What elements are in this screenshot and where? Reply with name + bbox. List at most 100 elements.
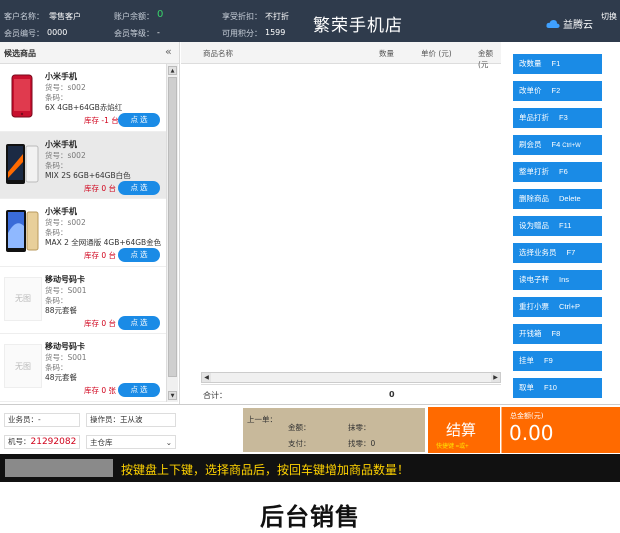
member-level-label: 会员等级： xyxy=(114,29,154,38)
product-spec: 6X 4GB+64GB赤焰红 xyxy=(45,103,123,112)
function-button[interactable]: 刷会员 F4 Ctrl+W xyxy=(513,135,602,155)
function-label: 挂单 xyxy=(519,356,534,365)
function-button[interactable]: 挂单 F9 xyxy=(513,351,602,371)
grid-total-row: 合计： 0 xyxy=(201,384,501,402)
product-spec: MIX 2S 6GB+64GB白色 xyxy=(45,170,131,180)
machine-no-field: 机号：21292082 xyxy=(4,435,80,449)
member-no: 0000 xyxy=(47,28,68,37)
product-item[interactable]: 小米手机 货号：s002 条码： MIX 2S 6GB+64GB白色 库存 0 台点 选 xyxy=(0,131,166,199)
col-product-name: 商品名称 xyxy=(203,49,233,58)
customer-name-label: 客户名称： xyxy=(4,12,44,21)
cloud-icon xyxy=(546,19,560,28)
total-quantity: 0 xyxy=(389,390,395,399)
function-shortcut: F7 xyxy=(566,248,576,257)
function-button[interactable]: 改数量 F1 xyxy=(513,54,602,74)
chevron-down-icon: ⌄ xyxy=(165,438,172,447)
last-rounding-label: 抹零： xyxy=(348,423,371,432)
function-shortcut-extra: Ctrl+W xyxy=(562,143,581,149)
function-button[interactable]: 读电子秤 Ins xyxy=(513,270,602,290)
discount-label: 享受折扣： xyxy=(222,12,262,21)
phone-image xyxy=(4,205,40,257)
switch-link[interactable]: 切换 xyxy=(601,11,617,22)
product-stock: 库存 0 台 xyxy=(84,251,117,260)
function-label: 重打小票 xyxy=(519,302,549,311)
total-amount-label: 总金额(元) xyxy=(510,412,544,420)
product-item[interactable]: 无图 移动号码卡 货号：S001 条码： 88元套餐 库存 0 台点 选 xyxy=(0,266,166,334)
function-button[interactable]: 改单价 F2 xyxy=(513,81,602,101)
product-spec: MAX 2 全网通版 4GB+64GB金色 xyxy=(45,238,162,247)
product-list-scrollbar[interactable]: ▲ ▼ xyxy=(166,64,178,402)
grid-horizontal-scrollbar[interactable]: ◀ ▶ xyxy=(201,372,501,383)
product-stock: 库存 0 台 xyxy=(84,183,117,193)
function-button[interactable]: 选择业务员 F7 xyxy=(513,243,602,263)
double-chevron-left-icon[interactable]: « xyxy=(165,45,172,58)
product-name: 小米手机 xyxy=(45,72,77,81)
member-level: - xyxy=(157,28,160,37)
points-value: 1599 xyxy=(265,28,286,37)
function-shortcut: Ins xyxy=(559,275,570,284)
function-button[interactable]: 单品打折 F3 xyxy=(513,108,602,128)
checkout-button[interactable]: 结算 快捷键 =或+ xyxy=(428,407,500,453)
last-amount-label: 金额： xyxy=(288,423,311,432)
total-amount-value: 0.00 xyxy=(509,421,554,445)
warehouse-value: 主仓库 xyxy=(90,438,113,447)
product-name: 移动号码卡 xyxy=(45,342,85,351)
function-label: 开钱箱 xyxy=(519,329,542,338)
select-product-button[interactable]: 点 选 xyxy=(118,248,160,262)
col-unit-price: 单价 (元) xyxy=(421,49,452,58)
product-spec: 88元套餐 xyxy=(45,305,78,315)
balance-label: 账户余额： xyxy=(114,12,154,21)
candidate-products-panel: 候选商品 « 小米手机 货号：s002 条码： 6X 4GB+64GB赤焰红 库存 -1… xyxy=(0,42,180,404)
candidate-products-title: 候选商品 xyxy=(4,49,36,58)
points-label: 可用积分： xyxy=(222,29,262,38)
checkout-label: 结算 xyxy=(446,422,477,439)
function-shortcut: F9 xyxy=(544,356,553,365)
machine-no: 21292082 xyxy=(30,437,77,447)
account-balance: 0 xyxy=(157,9,164,20)
function-shortcut: F11 xyxy=(559,221,572,230)
phone-image xyxy=(4,138,40,190)
function-button[interactable]: 整单打折 F6 xyxy=(513,162,602,182)
product-item[interactable]: 小米手机 货号：s002 条码： 6X 4GB+64GB赤焰红 库存 -1 台点 选 xyxy=(0,64,166,132)
product-stock: 库存 0 台 xyxy=(84,318,117,328)
function-label: 设为赠品 xyxy=(519,221,549,230)
select-product-button[interactable]: 点 选 xyxy=(118,113,160,127)
product-stock: 库存 0 张 xyxy=(84,386,117,395)
function-label: 删除商品 xyxy=(519,194,549,203)
customer-name[interactable]: 零售客户 xyxy=(49,11,81,22)
product-item[interactable]: 无图 移动号码卡 货号：S001 条码： 48元套餐 库存 0 张点 选 xyxy=(0,334,166,402)
function-button[interactable]: 设为赠品 F11 xyxy=(513,216,602,236)
function-shortcut: Ctrl+P xyxy=(559,302,581,311)
status-input-box[interactable] xyxy=(5,459,113,477)
last-paid-label: 支付： xyxy=(288,439,311,448)
order-grid: 商品名称 数量 单价 (元) 金额 (元 ◀ ▶ 合计： 0 xyxy=(181,42,501,404)
total-label: 合计： xyxy=(203,391,227,400)
select-product-button[interactable]: 点 选 xyxy=(118,383,160,397)
function-label: 改单价 xyxy=(519,86,542,95)
product-item[interactable]: 小米手机 货号：s002 条码： MAX 2 全网通版 4GB+64GB金色 库存 0 … xyxy=(0,199,166,267)
salesperson-field[interactable]: 业务员：- xyxy=(4,413,80,427)
function-button[interactable]: 开钱箱 F8 xyxy=(513,324,602,344)
function-button[interactable]: 重打小票 Ctrl+P xyxy=(513,297,602,317)
last-order-box: 上一单： 金额： 抹零： 支付： 找零：0 xyxy=(243,408,425,452)
function-shortcut: F10 xyxy=(544,383,557,392)
status-message: 按键盘上下键，选择商品后，按回车键增加商品数量！ xyxy=(121,463,410,477)
scroll-right-icon[interactable]: ▶ xyxy=(491,373,500,382)
member-no-label: 会员编号： xyxy=(4,29,44,38)
warehouse-select[interactable]: 主仓库 ⌄ xyxy=(86,435,176,449)
function-button[interactable]: 取单 F10 xyxy=(513,378,602,398)
last-order-label: 上一单： xyxy=(247,415,277,424)
function-shortcut: F3 xyxy=(559,113,568,122)
scrollbar-thumb[interactable] xyxy=(168,77,177,377)
scroll-left-icon[interactable]: ◀ xyxy=(202,373,211,382)
select-product-button[interactable]: 点 选 xyxy=(118,315,160,330)
function-buttons: 改数量 F1 改单价 F2 单品打折 F3 刷会员 F4 Ctrl+W 整单打折 F6 删除商品 Del… xyxy=(501,42,620,404)
function-shortcut: F6 xyxy=(559,167,568,176)
scroll-up-icon[interactable]: ▲ xyxy=(168,66,177,75)
function-button[interactable]: 删除商品 Delete xyxy=(513,189,602,209)
grid-header: 商品名称 数量 单价 (元) 金额 (元 xyxy=(181,42,501,69)
scroll-down-icon[interactable]: ▼ xyxy=(168,391,177,400)
select-product-button[interactable]: 点 选 xyxy=(118,180,160,195)
checkout-hint: 快捷键 =或+ xyxy=(436,444,469,450)
function-label: 单品打折 xyxy=(519,113,549,122)
